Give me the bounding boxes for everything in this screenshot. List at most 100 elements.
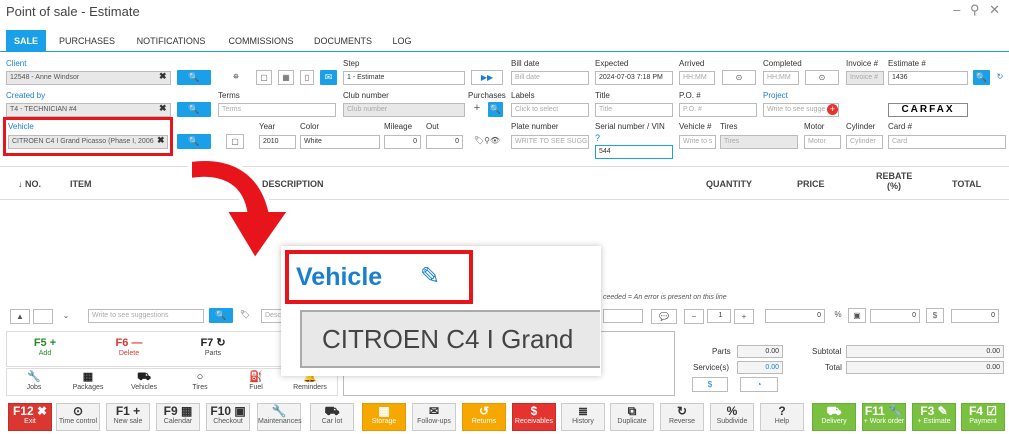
duplicate-button[interactable]: ⧉ Duplicate: [610, 403, 654, 431]
packages-button[interactable]: ▦ Packages: [62, 370, 114, 396]
fast-forward-button[interactable]: ▶▶: [471, 70, 503, 85]
jobs-button[interactable]: 🔧 Jobs: [8, 370, 60, 396]
delete-shortcut[interactable]: F6 — Delete: [104, 336, 154, 362]
pie-chart-button[interactable]: ◔: [740, 377, 778, 392]
exit-button[interactable]: F12 ✖ Exit: [8, 403, 52, 431]
tab-purchases[interactable]: PURCHASES: [54, 30, 120, 52]
price-field[interactable]: 0: [765, 309, 825, 323]
history-button[interactable]: ≣ History: [561, 403, 605, 431]
help-button[interactable]: ? Help: [760, 403, 804, 431]
estimate-button[interactable]: F3 ✎ + Estimate: [912, 403, 956, 431]
delivery-button[interactable]: ⛟ Delivery: [812, 403, 856, 431]
col-item[interactable]: ITEM: [70, 179, 92, 189]
status-box[interactable]: [33, 309, 53, 324]
tag-search-eye-icons[interactable]: 🏷⚲👁: [468, 134, 506, 149]
window-controls[interactable]: – ⚲ ✕: [953, 2, 1003, 18]
receivables-button[interactable]: $ Receivables: [512, 403, 556, 431]
tab-documents[interactable]: DOCUMENTS: [308, 30, 378, 52]
suggest-field[interactable]: Write to see suggestions: [88, 309, 204, 323]
step-select[interactable]: 1 - Estimate: [343, 71, 465, 85]
rebate-field[interactable]: 0: [870, 309, 920, 323]
work-order-button[interactable]: F11 🔧 + Work order: [862, 403, 906, 431]
storage-button[interactable]: ▦ Storage: [362, 403, 406, 431]
binoculars-icon[interactable]: ⛯: [223, 70, 249, 85]
calendar-icon[interactable]: ▦: [278, 70, 294, 85]
col-quantity[interactable]: QUANTITY: [706, 179, 752, 189]
completed-field[interactable]: HH:MM: [763, 71, 799, 85]
estimate-field[interactable]: 1436: [888, 71, 968, 85]
up-icon[interactable]: ▲: [10, 309, 30, 324]
vehicle-field[interactable]: CITROEN C4 I Grand Picasso (Phase I, 200…: [8, 135, 168, 149]
qty-field[interactable]: 1: [707, 309, 731, 323]
plate-field[interactable]: WRITE TO SEE SUGGE: [511, 135, 589, 149]
vehicles-button[interactable]: ⛟ Vehicles: [118, 370, 170, 396]
mileage-field[interactable]: 0: [384, 135, 421, 149]
returns-button[interactable]: ↺ Returns: [462, 403, 506, 431]
car-lot-button[interactable]: ⛟ Car lot: [310, 403, 354, 431]
tab-notifications[interactable]: NOTIFICATIONS: [130, 30, 212, 52]
col-rebate[interactable]: REBATE (%): [876, 171, 912, 191]
tires-field[interactable]: Tires: [720, 135, 798, 149]
po-field[interactable]: P.O. #: [679, 103, 757, 117]
percent-icon[interactable]: %: [830, 308, 846, 323]
invoice-field[interactable]: Invoice #: [846, 71, 884, 85]
motor-field[interactable]: Motor: [804, 135, 841, 149]
clear-vehicle-icon[interactable]: ✖: [157, 135, 165, 146]
parts-shortcut[interactable]: F7 ↻ Parts: [188, 336, 238, 362]
search-item-button[interactable]: 🔍: [209, 308, 233, 323]
tab-commissions[interactable]: COMMISSIONS: [222, 30, 300, 52]
entry-desc-end[interactable]: [603, 309, 643, 323]
fuel-button[interactable]: ⛽ Fuel: [230, 370, 282, 396]
email-button[interactable]: ✉: [320, 70, 337, 85]
vehicle-no-field[interactable]: Write to s: [679, 135, 716, 149]
club-field[interactable]: Club number: [343, 103, 465, 117]
total-field[interactable]: 0: [951, 309, 999, 323]
color-field[interactable]: White: [300, 135, 380, 149]
checkout-button[interactable]: F10 ▣ Checkout: [206, 403, 250, 431]
client-field[interactable]: 12548 - Anne Windsor: [6, 71, 171, 85]
col-total[interactable]: TOTAL: [952, 179, 981, 189]
dollar-button[interactable]: $: [692, 377, 728, 392]
qty-minus[interactable]: −: [684, 309, 704, 324]
col-price[interactable]: PRICE: [797, 179, 825, 189]
tag-icon[interactable]: 🏷: [237, 308, 253, 323]
add-purchase-icon[interactable]: +: [470, 102, 484, 117]
maintenances-button[interactable]: 🔧 Maintenances: [257, 403, 302, 431]
carfax-logo[interactable]: CARFAX: [888, 103, 968, 117]
comment-icon[interactable]: 💬: [651, 309, 677, 324]
desc-field[interactable]: Desc: [261, 309, 283, 323]
tires-button[interactable]: ○ Tires: [174, 370, 226, 396]
follow-ups-button[interactable]: ✉ Follow-ups: [412, 403, 456, 431]
serial-help-icon[interactable]: ?: [595, 133, 600, 143]
completed-clock-icon[interactable]: ⊙: [805, 70, 839, 85]
serial-field[interactable]: 544: [595, 145, 673, 159]
dollar-icon[interactable]: $: [926, 308, 944, 323]
search-client-button[interactable]: 🔍: [177, 70, 211, 85]
arrived-clock-icon[interactable]: ⊙: [722, 70, 756, 85]
chevron-down-icon[interactable]: ⌄: [56, 309, 76, 324]
out-field[interactable]: 0: [426, 135, 463, 149]
created-by-field[interactable]: T4 - TECHNICIAN #4: [6, 103, 171, 117]
time-control-button[interactable]: ⊙ Time control: [56, 403, 100, 431]
payment-button[interactable]: F4 ☑ Payment: [961, 403, 1005, 431]
reverse-button[interactable]: ↻ Reverse: [660, 403, 704, 431]
terms-field[interactable]: Terms: [218, 103, 336, 117]
tab-log[interactable]: LOG: [386, 30, 418, 52]
title-field[interactable]: Title: [595, 103, 673, 117]
tab-sale[interactable]: SALE: [6, 30, 46, 52]
add-shortcut[interactable]: F5 + Add: [20, 336, 70, 362]
new-sale-button[interactable]: F1 + New sale: [106, 403, 150, 431]
col-no[interactable]: ↓ NO.: [18, 179, 41, 189]
arrived-field[interactable]: HH:MM: [679, 71, 715, 85]
calc-icon[interactable]: ▣: [848, 308, 866, 323]
document-icon[interactable]: ▢: [256, 70, 272, 85]
phone-icon[interactable]: ▯: [300, 70, 314, 85]
bill-date-field[interactable]: Bill date: [511, 71, 589, 85]
calendar-button[interactable]: F9 ▦ Calendar: [156, 403, 200, 431]
search-purchase-button[interactable]: 🔍: [488, 102, 503, 117]
labels-select[interactable]: Click to select: [511, 103, 589, 117]
clear-client-icon[interactable]: ✖: [159, 71, 167, 82]
qty-plus[interactable]: +: [734, 309, 754, 324]
card-field[interactable]: Card: [888, 135, 1006, 149]
search-estimate-button[interactable]: 🔍: [973, 70, 990, 85]
